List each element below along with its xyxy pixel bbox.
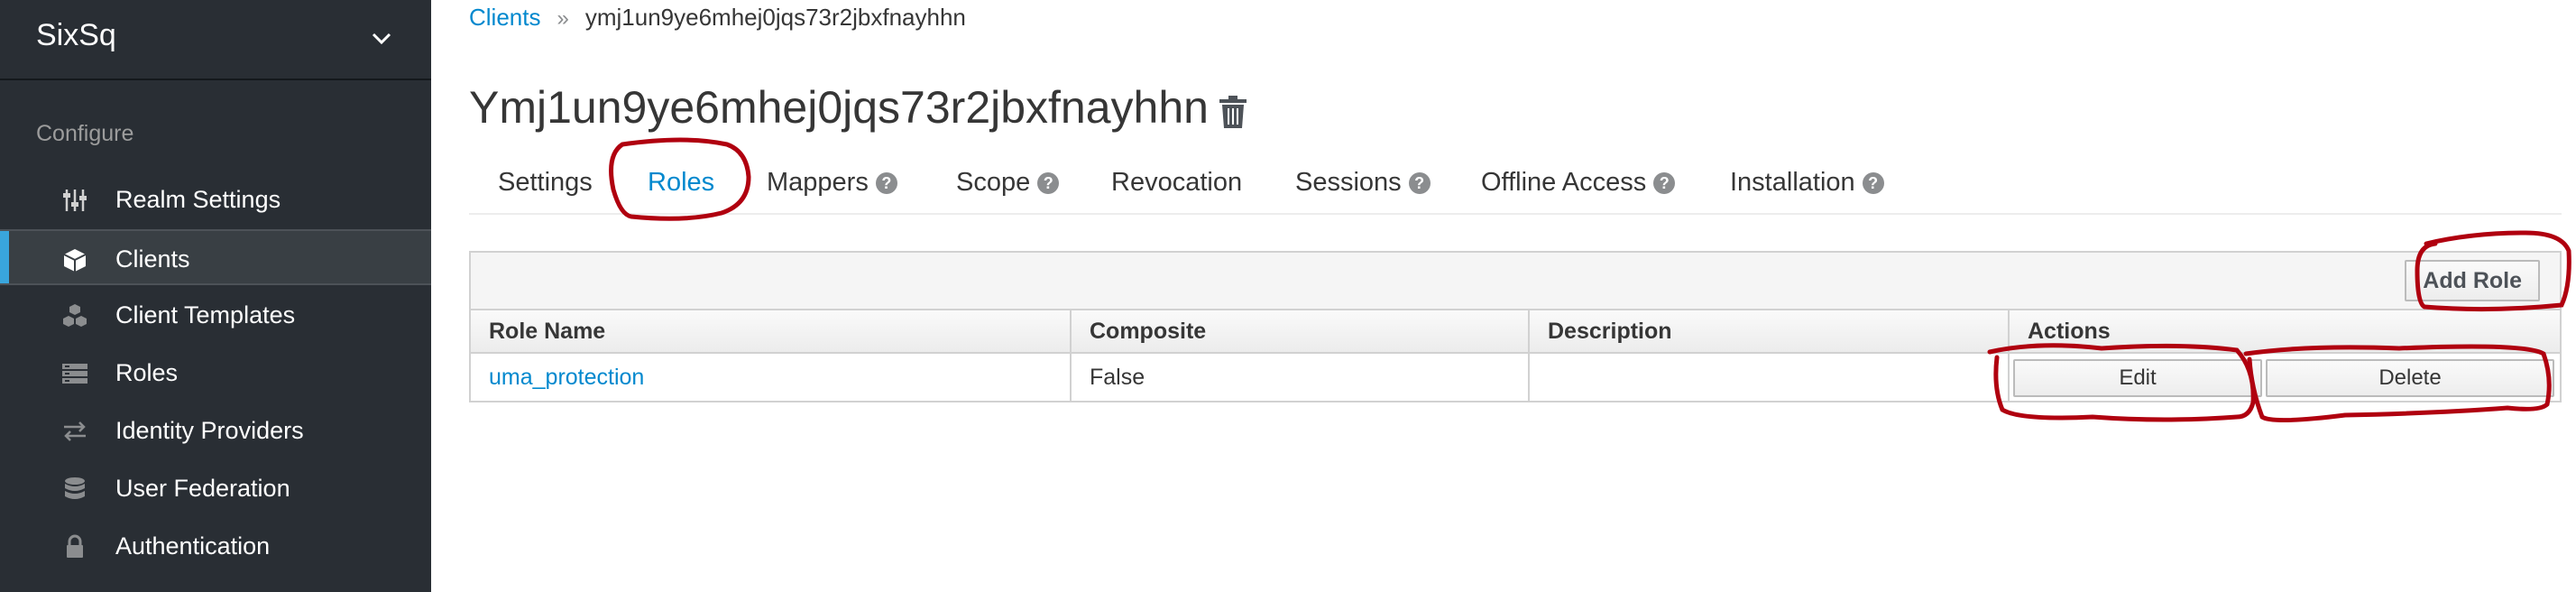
exchange-icon <box>64 421 86 441</box>
tab-label: Roles <box>648 168 715 197</box>
tab-installation[interactable]: Installation? <box>1730 168 1884 198</box>
column-header-role-name: Role Name <box>471 310 1072 352</box>
sidebar-item-label: Roles <box>115 359 179 386</box>
sliders-icon <box>63 190 87 211</box>
tab-settings[interactable]: Settings <box>498 168 593 198</box>
tab-roles[interactable]: Roles <box>648 168 714 198</box>
composite-cell: False <box>1072 354 1530 401</box>
cube-icon <box>63 249 87 272</box>
tab-label: Scope <box>956 168 1031 197</box>
tab-label: Offline Access <box>1481 168 1647 197</box>
sidebar-item-user-federation[interactable]: User Federation <box>0 460 431 516</box>
tab-label: Installation <box>1730 168 1855 197</box>
help-icon[interactable]: ? <box>1037 172 1060 194</box>
sidebar-item-label: Client Templates <box>115 301 296 328</box>
table-row: uma_protection False Edit Delete <box>471 354 2560 401</box>
sidebar-item-label: Clients <box>115 245 190 273</box>
sidebar-item-label: Realm Settings <box>115 186 281 213</box>
tab-label: Revocation <box>1111 168 1243 197</box>
sidebar-item-label: User Federation <box>115 475 290 502</box>
tab-scope[interactable]: Scope? <box>956 168 1060 198</box>
sidebar-item-authentication[interactable]: Authentication <box>0 518 431 574</box>
client-tabs: Settings Roles Mappers? Scope? Revocatio… <box>469 161 2562 215</box>
sidebar-item-roles[interactable]: Roles <box>0 345 431 401</box>
role-name-link[interactable]: uma_protection <box>489 365 644 390</box>
sidebar-item-identity-providers[interactable]: Identity Providers <box>0 402 431 458</box>
realm-selector[interactable]: SixSq <box>0 0 431 80</box>
cubes-icon <box>63 304 87 327</box>
sidebar-item-label: Authentication <box>115 532 271 560</box>
chevron-down-icon <box>372 32 391 45</box>
tab-label: Mappers <box>767 168 869 197</box>
help-icon[interactable]: ? <box>1408 172 1431 194</box>
column-header-description: Description <box>1530 310 2010 352</box>
tab-offline-access[interactable]: Offline Access? <box>1481 168 1676 198</box>
breadcrumb-separator: » <box>557 6 569 31</box>
breadcrumb-clients-link[interactable]: Clients <box>469 4 540 31</box>
tab-revocation[interactable]: Revocation <box>1111 168 1242 198</box>
help-icon[interactable]: ? <box>1862 172 1884 194</box>
table-header: Role Name Composite Description Actions <box>471 310 2560 354</box>
role-name-cell: uma_protection <box>471 354 1072 401</box>
tab-label: Sessions <box>1295 168 1402 197</box>
roles-table: Add Role Role Name Composite Description… <box>469 251 2562 402</box>
description-cell <box>1530 354 2010 401</box>
add-role-button[interactable]: Add Role <box>2405 260 2540 301</box>
delete-button[interactable]: Delete <box>2266 359 2554 397</box>
tab-label: Settings <box>498 168 593 197</box>
list-icon <box>62 364 87 384</box>
lock-icon <box>67 534 83 558</box>
table-toolbar: Add Role <box>471 253 2560 310</box>
tab-mappers[interactable]: Mappers? <box>767 168 897 198</box>
page-title: Ymj1un9ye6mhej0jqs73r2jbxfnayhhn <box>469 82 1209 133</box>
breadcrumb-current: ymj1un9ye6mhej0jqs73r2jbxfnayhhn <box>584 4 966 31</box>
column-header-actions: Actions <box>2028 319 2111 344</box>
sidebar: SixSq Configure Realm Settings Clients C… <box>0 0 431 592</box>
realm-name: SixSq <box>36 18 116 52</box>
section-label-configure: Configure <box>36 121 134 146</box>
database-icon <box>65 477 85 499</box>
column-header-composite: Composite <box>1072 310 1530 352</box>
edit-button[interactable]: Edit <box>2013 359 2262 397</box>
sidebar-item-label: Identity Providers <box>115 417 304 444</box>
trash-icon[interactable] <box>1216 94 1250 130</box>
breadcrumb: Clients » ymj1un9ye6mhej0jqs73r2jbxfnayhhn <box>469 4 966 32</box>
help-icon[interactable]: ? <box>1653 172 1676 194</box>
sidebar-item-clients[interactable]: Clients <box>0 229 431 285</box>
help-icon[interactable]: ? <box>875 172 897 194</box>
sidebar-item-client-templates[interactable]: Client Templates <box>0 287 431 343</box>
sidebar-item-realm-settings[interactable]: Realm Settings <box>0 171 431 227</box>
tab-sessions[interactable]: Sessions? <box>1295 168 1431 198</box>
